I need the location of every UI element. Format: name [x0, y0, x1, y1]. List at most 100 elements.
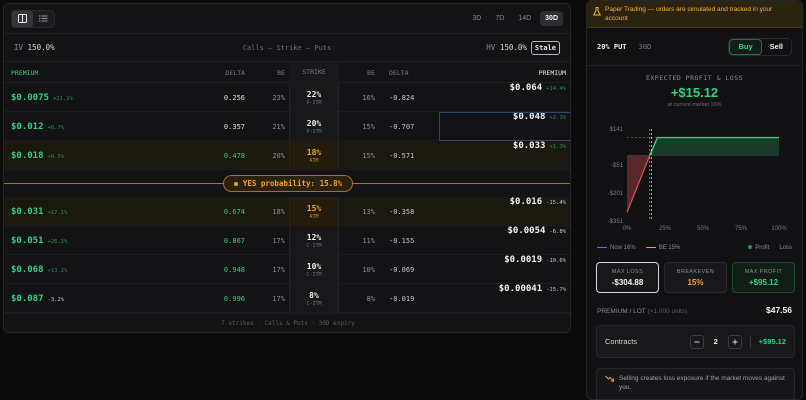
call-breakeven: 23% — [272, 93, 285, 102]
call-delta: 0.357 — [223, 122, 245, 131]
pl-stats: MAX LOSS -$304.88 BREAKEVEN 15% MAX PROF… — [596, 262, 795, 293]
grid-view-button[interactable] — [12, 10, 33, 27]
tab-7d[interactable]: 7D — [490, 11, 509, 26]
call-price: $0.012 — [11, 121, 44, 132]
call-premium-cell[interactable]: $0.031 +17.1% — [4, 207, 189, 217]
put-change: -6.8% — [549, 229, 566, 235]
list-view-button[interactable] — [33, 11, 54, 27]
put-premium-cell[interactable]: $0.064 +14.4% — [439, 83, 570, 112]
put-premium-cell[interactable]: $0.016 -15.4% — [439, 197, 570, 226]
put-premium-cell[interactable]: $0.0054 -6.8% — [439, 226, 570, 255]
call-change: +26.1% — [47, 238, 68, 245]
strike-value: 12% — [306, 232, 322, 242]
call-premium-cell[interactable]: $0.018 +8.5% — [4, 151, 189, 161]
strike-value: 22% — [306, 89, 322, 99]
moneyness-tag: ATM — [309, 213, 319, 220]
pl-value: +$15.12 — [670, 85, 719, 100]
put-premium-cell[interactable]: $0.033 +1.3% — [439, 141, 570, 170]
max-loss-card: MAX LOSS -$304.88 — [596, 262, 659, 293]
strike-value: 8% — [309, 290, 319, 300]
decrement-button[interactable] — [689, 334, 704, 349]
strike-cell: 22% P-ITM — [289, 83, 339, 112]
max-profit-value: +$95.12 — [748, 277, 779, 287]
put-delta: -0.707 — [389, 122, 415, 131]
tab-14d[interactable]: 14D — [513, 11, 536, 26]
call-premium-cell[interactable]: $0.068 +13.2% — [4, 265, 189, 275]
call-change: +6.7% — [47, 124, 65, 131]
put-breakeven: 16% — [362, 93, 375, 102]
chain-row[interactable]: $0.031 +17.1% 0.674 18% 15% ATM 13% -0.358 $0.01… — [4, 197, 570, 226]
call-price: $0.051 — [11, 235, 44, 246]
put-premium-cell[interactable]: $0.048 +2.1% — [439, 112, 570, 141]
call-premium-cell[interactable]: $0.051 +26.1% — [4, 236, 189, 246]
put-breakeven: 15% — [362, 151, 375, 160]
put-breakeven: 15% — [362, 122, 375, 131]
strike-value: 15% — [306, 203, 322, 213]
call-premium-cell[interactable]: $0.012 +6.7% — [4, 122, 189, 132]
chain-footer: 7 strikes · Calls & Puts · 30D expiry — [4, 313, 570, 332]
call-change: +17.1% — [47, 209, 68, 216]
legend-loss: Loss — [779, 245, 792, 251]
strike-value: 10% — [306, 261, 322, 271]
contracts-quantity[interactable]: 2 — [704, 337, 728, 346]
profit-dot-icon — [748, 245, 753, 250]
call-change: -3.2% — [47, 296, 65, 303]
call-change: +8.5% — [47, 153, 65, 160]
put-change: +1.3% — [549, 144, 566, 150]
header-put-delta: DELTA — [389, 68, 409, 77]
increment-button[interactable] — [727, 334, 742, 349]
list-view-icon — [39, 15, 48, 22]
trade-panel: Paper Trading — orders are simulated and… — [586, 0, 803, 400]
call-change: +13.2% — [47, 267, 68, 274]
premium-per-lot: PREMIUM / LOT (×1,000 units) $47.56 — [597, 305, 792, 315]
put-delta: -0.358 — [389, 207, 415, 216]
put-premium-cell[interactable]: $0.00041 -15.7% — [439, 284, 570, 313]
side-toggle: Buy Sell — [728, 37, 792, 56]
call-delta: 0.867 — [223, 236, 245, 245]
call-price: $0.031 — [11, 206, 44, 217]
put-premium-cell[interactable]: $0.0019 -10.6% — [439, 255, 570, 284]
strike-cell: 12% C-ITM — [289, 226, 339, 255]
put-breakeven: 8% — [366, 294, 375, 303]
contracts-total: +$95.12 — [758, 337, 786, 346]
probability-dot-icon — [233, 181, 238, 186]
chain-row[interactable]: $0.087 -3.2% 0.996 17% 8% C-ITM 8% -0.019 $0.000… — [4, 284, 570, 313]
header-put-be: BE — [367, 68, 375, 77]
x-tick-label: 75% — [735, 226, 748, 232]
x-tick-label: 100% — [771, 226, 787, 232]
trend-down-icon — [605, 375, 614, 382]
y-tick-label: -$201 — [608, 191, 624, 197]
max-loss-value: -$304.88 — [611, 277, 644, 287]
put-price: $0.0054 — [507, 226, 546, 236]
chain-row[interactable]: $0.051 +26.1% 0.867 17% 12% C-ITM 11% -0.155 $0.… — [4, 226, 570, 255]
y-tick-label: $141 — [610, 127, 624, 133]
strike-value: 18% — [306, 147, 322, 157]
chain-row[interactable]: $0.018 +8.5% 0.478 20% 18% ATM 15% -0.571 $0.033… — [4, 141, 570, 170]
call-delta: 0.256 — [223, 93, 245, 102]
buy-button[interactable]: Buy — [729, 38, 762, 55]
pl-title: EXPECTED PROFIT & LOSS — [645, 74, 744, 82]
pl-subtitle: at current market 16% — [667, 102, 722, 108]
call-premium-cell[interactable]: $0.087 -3.2% — [4, 294, 189, 304]
tab-30d[interactable]: 30D — [540, 11, 563, 26]
call-premium-cell[interactable]: $0.0075 +21.1% — [4, 93, 189, 103]
flask-icon — [593, 7, 601, 16]
put-breakeven: 10% — [362, 265, 375, 274]
tab-3d[interactable]: 3D — [467, 11, 486, 26]
chain-toolbar: 3D 7D 14D 30D — [4, 4, 570, 34]
call-price: $0.087 — [11, 293, 44, 304]
chain-row[interactable]: $0.0075 +21.1% 0.256 23% 22% P-ITM 16% -0.824 $0… — [4, 83, 570, 112]
y-tick-label: -$51 — [611, 163, 624, 169]
chain-row[interactable]: $0.068 +13.2% 0.948 17% 10% C-ITM 10% -0.069 $0.… — [4, 255, 570, 284]
call-delta: 0.478 — [223, 151, 245, 160]
sell-button[interactable]: Sell — [762, 39, 791, 55]
chain-layout-label: Calls — Strike — Puts — [242, 43, 332, 52]
risk-warning: Selling creates loss exposure if the mar… — [596, 368, 795, 399]
moneyness-tag: C-ITM — [306, 271, 322, 278]
call-breakeven: 18% — [272, 207, 285, 216]
chart-legend: Now 16% BE 15% Profit Loss — [597, 245, 792, 251]
pl-chart: $141 -$51 -$201 -$3510% 25% 50% 75% 100% — [608, 127, 788, 232]
max-profit-card: MAX PROFIT +$95.12 — [732, 262, 795, 293]
y-tick-label: -$351 — [608, 219, 624, 225]
chain-row[interactable]: $0.012 +6.7% 0.357 21% 20% P-ITM 15% -0.707 $0.0… — [4, 112, 570, 141]
